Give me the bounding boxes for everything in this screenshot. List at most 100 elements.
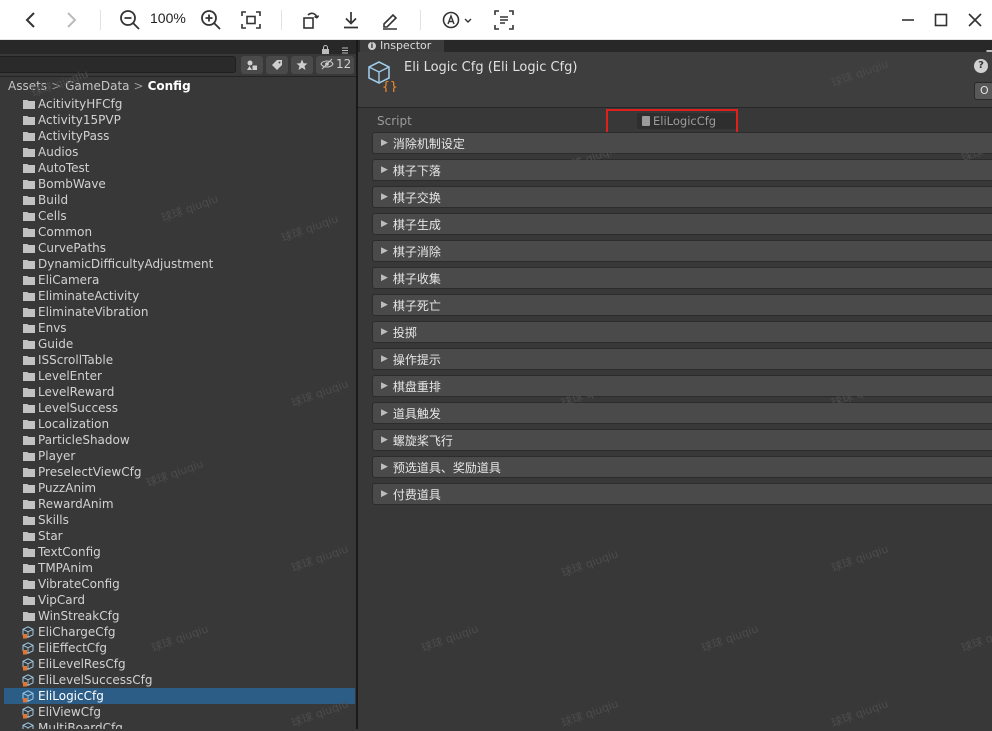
folder-icon [22,498,35,510]
list-item[interactable]: AcitivityHFCfg [0,96,357,112]
list-item[interactable]: VipCard [0,592,357,608]
foldout-section[interactable]: ▶道具触发 [372,402,992,424]
list-item[interactable]: Star [0,528,357,544]
scriptable-asset-icon [22,722,35,729]
list-item[interactable]: Cells [0,208,357,224]
list-item[interactable]: Envs [0,320,357,336]
list-item[interactable]: Localization [0,416,357,432]
forward-icon[interactable] [58,6,84,34]
folder-icon [22,226,35,238]
list-item[interactable]: WinStreakCfg [0,608,357,624]
list-item[interactable]: Guide [0,336,357,352]
list-item[interactable]: EliLevelResCfg [0,656,357,672]
list-item[interactable]: DynamicDifficultyAdjustment [0,256,357,272]
help-icon[interactable]: ? [974,59,988,73]
tab-inspector[interactable]: iInspector [360,40,444,52]
foldout-section[interactable]: ▶付费道具 [372,483,992,505]
list-item[interactable]: ParticleShadow [0,432,357,448]
svg-text:{}: {} [382,80,397,92]
folder-icon [22,98,35,110]
breadcrumb-item[interactable]: GameData [65,79,129,93]
filter-by-label-icon[interactable] [266,56,288,74]
list-item[interactable]: Player [0,448,357,464]
favorites-star-icon[interactable] [291,56,313,74]
foldout-arrow-icon: ▶ [381,489,388,499]
list-item[interactable]: TMPAnim [0,560,357,576]
list-item[interactable]: TextConfig [0,544,357,560]
list-item[interactable]: CurvePaths [0,240,357,256]
list-item[interactable]: EliLevelSuccessCfg [0,672,357,688]
annotate-icon[interactable] [377,6,403,34]
folder-icon [22,178,35,190]
breadcrumb-item[interactable]: Assets [8,79,47,93]
rotate-icon[interactable] [298,6,324,34]
list-item[interactable]: Activity15PVP [0,112,357,128]
list-item[interactable]: PuzzAnim [0,480,357,496]
list-item[interactable]: EliminateActivity [0,288,357,304]
foldout-arrow-icon: ▶ [381,408,388,418]
folder-icon [22,290,35,302]
download-icon[interactable] [338,6,364,34]
filter-by-type-icon[interactable] [241,56,263,74]
list-item[interactable]: EliViewCfg [0,704,357,720]
close-icon[interactable] [962,6,988,34]
list-item[interactable]: EliEffectCfg [0,640,357,656]
foldout-label: 消除机制设定 [393,135,465,152]
search-input[interactable] [0,56,236,73]
list-item[interactable]: ActivityPass [0,128,357,144]
minimize-icon[interactable] [895,6,921,34]
foldout-list: ▶消除机制设定▶棋子下落▶棋子交换▶棋子生成▶棋子消除▶棋子收集▶棋子死亡▶投掷… [372,132,992,510]
folder-icon [22,194,35,206]
translate-icon[interactable] [438,6,476,34]
open-button[interactable]: O [974,82,992,100]
foldout-label: 棋子消除 [393,243,441,260]
list-item[interactable]: Common [0,224,357,240]
list-item-label: PreselectViewCfg [38,465,141,479]
list-item[interactable]: MultiBoardCfg [0,720,357,729]
list-item[interactable]: EliChargeCfg [0,624,357,640]
list-item-label: VibrateConfig [38,577,120,591]
foldout-section[interactable]: ▶投掷 [372,321,992,343]
list-item[interactable]: BombWave [0,176,357,192]
foldout-section[interactable]: ▶螺旋桨飞行 [372,429,992,451]
foldout-label: 棋盘重排 [393,378,441,395]
foldout-section[interactable]: ▶预选道具、奖励道具 [372,456,992,478]
list-item[interactable]: EliCamera [0,272,357,288]
foldout-section[interactable]: ▶棋子死亡 [372,294,992,316]
foldout-arrow-icon: ▶ [381,219,388,229]
list-item[interactable]: RewardAnim [0,496,357,512]
foldout-label: 投掷 [393,324,417,341]
folder-icon [22,322,35,334]
list-item[interactable]: LevelReward [0,384,357,400]
list-item[interactable]: Audios [0,144,357,160]
foldout-section[interactable]: ▶棋子收集 [372,267,992,289]
breadcrumb-item[interactable]: Config [148,79,191,93]
ocr-icon[interactable] [491,6,517,34]
zoom-in-icon[interactable] [198,6,224,34]
list-item[interactable]: Build [0,192,357,208]
maximize-icon[interactable] [928,6,954,34]
folder-icon [22,130,35,142]
folder-icon [22,210,35,222]
list-item[interactable]: VibrateConfig [0,576,357,592]
foldout-section[interactable]: ▶棋子生成 [372,213,992,235]
list-item[interactable]: PreselectViewCfg [0,464,357,480]
list-item-label: DynamicDifficultyAdjustment [38,257,213,271]
list-item[interactable]: EliminateVibration [0,304,357,320]
foldout-section[interactable]: ▶棋子消除 [372,240,992,262]
list-item[interactable]: Skills [0,512,357,528]
list-item[interactable]: LevelSuccess [0,400,357,416]
foldout-section[interactable]: ▶操作提示 [372,348,992,370]
foldout-section[interactable]: ▶消除机制设定 [372,132,992,154]
list-item[interactable]: ISScrollTable [0,352,357,368]
foldout-section[interactable]: ▶棋盘重排 [372,375,992,397]
foldout-section[interactable]: ▶棋子交换 [372,186,992,208]
foldout-label: 预选道具、奖励道具 [393,459,501,476]
foldout-section[interactable]: ▶棋子下落 [372,159,992,181]
list-item[interactable]: EliLogicCfg [4,688,355,704]
back-icon[interactable] [18,6,44,34]
list-item[interactable]: LevelEnter [0,368,357,384]
zoom-out-icon[interactable] [117,6,143,34]
list-item[interactable]: AutoTest [0,160,357,176]
fit-screen-icon[interactable] [238,6,264,34]
